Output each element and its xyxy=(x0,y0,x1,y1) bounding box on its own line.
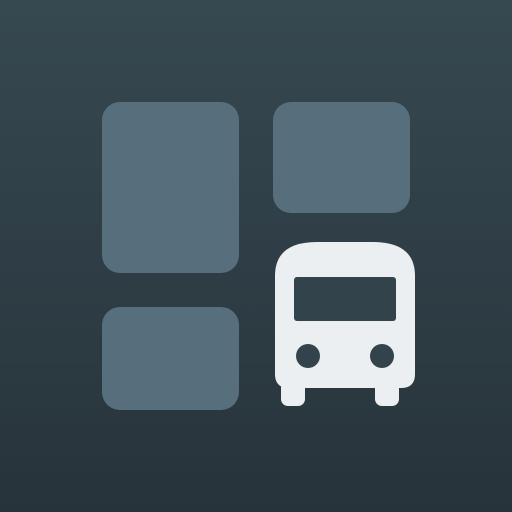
bus-headlight-left xyxy=(296,344,320,368)
tile-tall xyxy=(102,102,239,273)
app-icon xyxy=(0,0,512,512)
tile-top-right xyxy=(273,102,410,213)
bus-icon xyxy=(275,242,415,406)
tile-bottom-left xyxy=(102,307,239,410)
bus-headlight-right xyxy=(370,344,394,368)
bus-windshield xyxy=(294,277,396,321)
